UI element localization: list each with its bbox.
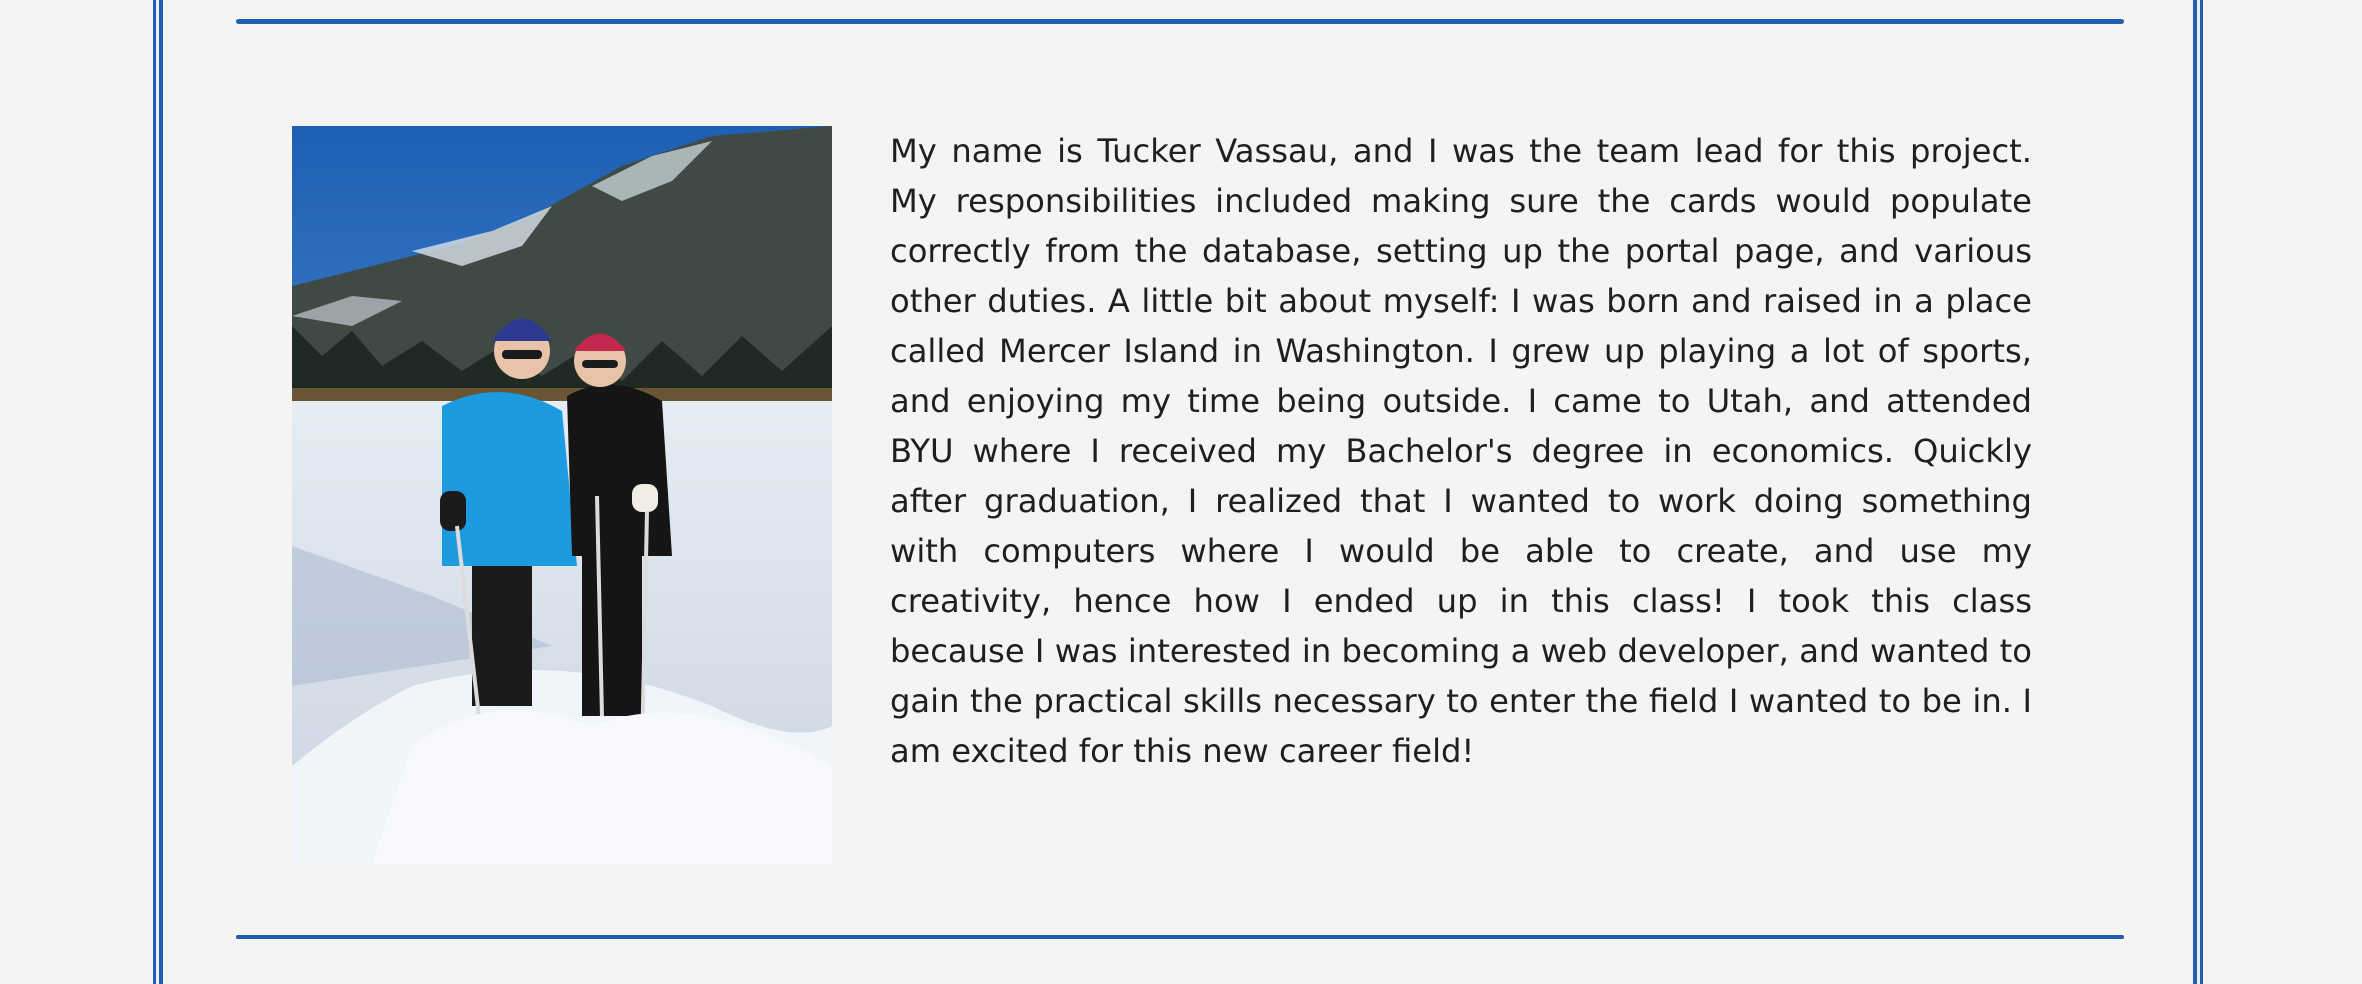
bio-paragraph: My name is Tucker Vassau, and I was the … [890,132,2032,770]
top-divider [236,19,2124,24]
bottom-divider [236,935,2124,939]
profile-photo [292,126,832,864]
